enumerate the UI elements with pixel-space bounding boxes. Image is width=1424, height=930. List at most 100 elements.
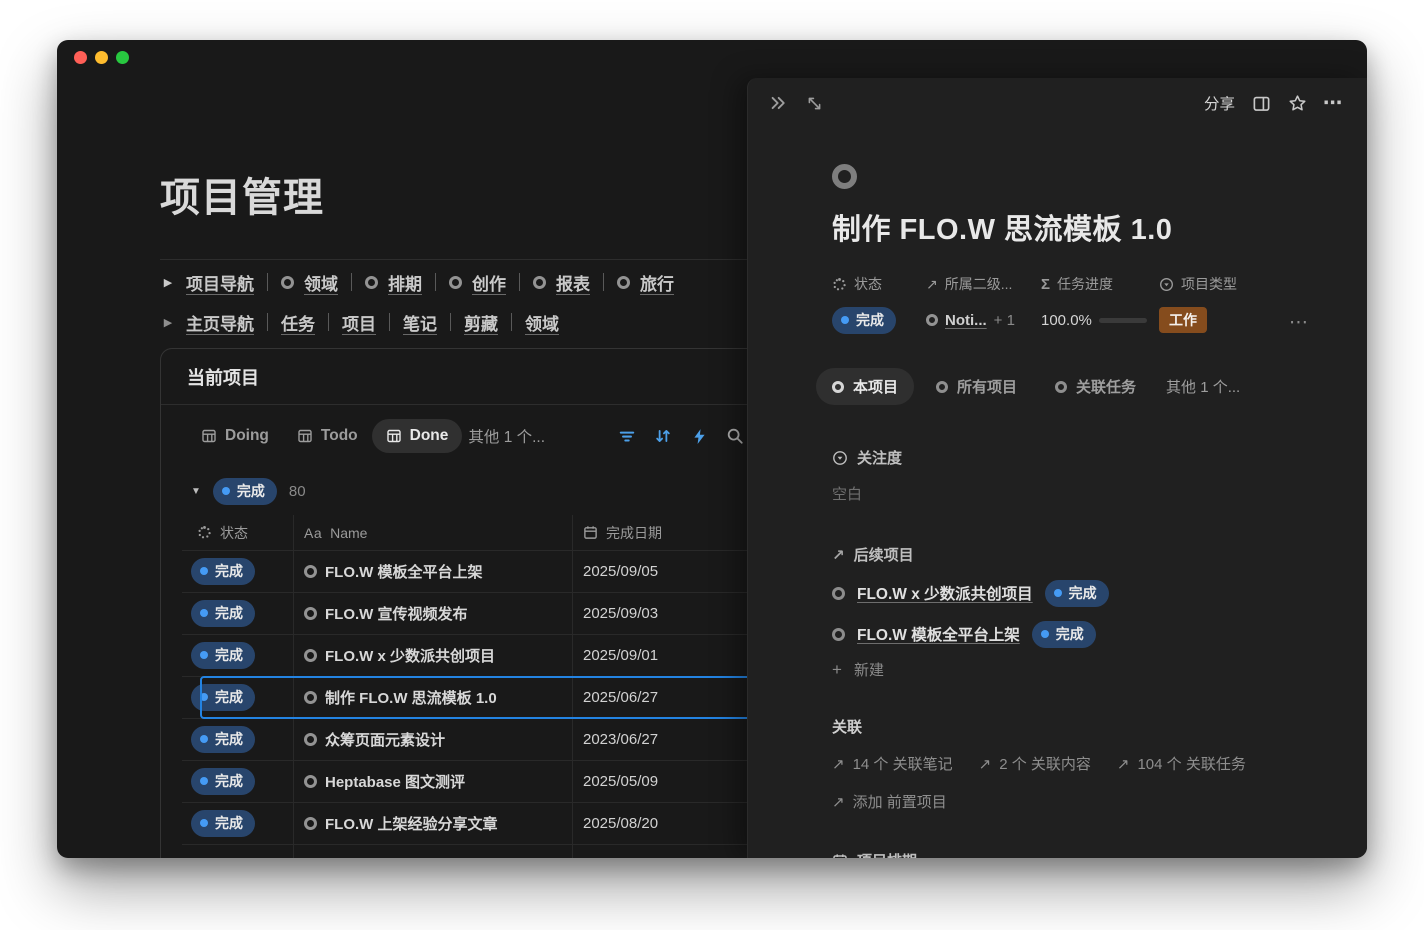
group-count: 80 (289, 483, 306, 500)
done-date: 2023/06/27 (583, 731, 658, 748)
select-property-icon (1159, 277, 1174, 292)
section-attention: 关注度 空白 (832, 447, 1327, 504)
nav-link-create[interactable]: 创作 (472, 270, 506, 295)
relations-heading: 关联 (832, 716, 1327, 737)
nav-link-notes[interactable]: 笔记 (403, 310, 437, 335)
followup-item-link[interactable]: FLO.W 模板全平台上架 (857, 623, 1020, 645)
tab-all-projects[interactable]: 所有项目 (920, 368, 1033, 405)
table-view-icon (297, 428, 313, 444)
nav-link-project-nav[interactable]: 项目导航 (186, 270, 254, 295)
property-status-value[interactable]: 完成 (832, 307, 926, 334)
view-tab-todo[interactable]: Todo (283, 419, 372, 453)
status-label: 完成 (215, 561, 243, 581)
status-dot-icon (222, 487, 230, 495)
window-controls (74, 51, 129, 64)
followup-label[interactable]: ↗ 后续项目 (832, 544, 1327, 565)
status-property-icon (197, 525, 212, 540)
page-ring-icon (926, 314, 938, 326)
page-ring-icon (533, 276, 546, 289)
nav-link-projects[interactable]: 项目 (342, 310, 376, 335)
followup-item-link[interactable]: FLO.W x 少数派共创项目 (857, 582, 1033, 604)
section-followup: ↗ 后续项目 FLO.W x 少数派共创项目 完成 FLO.W 模板全平台上架 … (832, 544, 1327, 680)
status-label: 完成 (215, 813, 243, 833)
nav-link-domain2[interactable]: 领域 (525, 310, 559, 335)
tab-this-project[interactable]: 本项目 (816, 368, 914, 405)
nav-link-clips[interactable]: 剪藏 (464, 310, 498, 335)
toggle-expanded-icon[interactable]: ▼ (191, 486, 201, 497)
tab-related-tasks[interactable]: 关联任务 (1039, 368, 1152, 405)
separator (511, 313, 512, 331)
tab-more[interactable]: 其他 1 个... (1158, 368, 1256, 405)
add-predecessor-button[interactable]: ↗ 添加 前置项目 (832, 791, 1327, 812)
more-options-icon[interactable]: ⋯ (1323, 94, 1343, 113)
property-type-label[interactable]: 项目类型 (1159, 274, 1269, 294)
separator (450, 313, 451, 331)
nav-link-tasks[interactable]: 任务 (281, 310, 315, 335)
status-label: 完成 (1056, 624, 1084, 644)
more-properties-icon[interactable]: ⋯ (1289, 313, 1309, 332)
calendar-icon (583, 525, 598, 540)
followup-item[interactable]: FLO.W 模板全平台上架 完成 (832, 621, 1327, 647)
view-tab-doing[interactable]: Doing (187, 419, 283, 453)
filter-icon[interactable] (616, 425, 638, 447)
share-button[interactable]: 分享 (1204, 92, 1235, 114)
property-type-value[interactable]: 工作 (1159, 307, 1269, 333)
nav-link-home-nav[interactable]: 主页导航 (186, 310, 254, 335)
close-peek-icon[interactable] (768, 93, 788, 113)
property-parent-value[interactable]: Noti... + 1 (926, 307, 1041, 333)
tab-label: 关联任务 (1076, 376, 1136, 397)
property-parent-label[interactable]: ↗ 所属二级... (926, 274, 1041, 294)
status-dot-icon (200, 651, 208, 659)
property-label-text: 状态 (854, 274, 882, 294)
property-progress-label[interactable]: Σ 任务进度 (1041, 274, 1159, 294)
related-content-link[interactable]: ↗ 2 个 关联内容 (979, 753, 1091, 774)
relation-link[interactable]: Noti... (945, 312, 987, 329)
property-status-label[interactable]: 状态 (832, 274, 926, 294)
page-ring-icon[interactable] (832, 164, 857, 189)
related-notes-link[interactable]: ↗ 14 个 关联笔记 (832, 753, 953, 774)
nav-link-schedule[interactable]: 排期 (388, 270, 422, 295)
close-window-button[interactable] (74, 51, 87, 64)
toggle-collapsed-icon[interactable]: ▶ (160, 316, 176, 329)
arrow-up-right-icon: ↗ (832, 755, 845, 773)
automation-bolt-icon[interactable] (688, 425, 710, 447)
schedule-label[interactable]: 项目排期 (832, 850, 1327, 858)
project-ring-icon (304, 607, 317, 620)
group-status-badge[interactable]: 完成 (213, 478, 277, 505)
project-name: FLO.W 上架经验分享文章 (325, 813, 498, 834)
nav-link-report[interactable]: 报表 (556, 270, 590, 295)
peek-page-title[interactable]: 制作 FLO.W 思流模板 1.0 (832, 206, 1327, 248)
search-icon[interactable] (724, 425, 746, 447)
status-label: 完成 (215, 687, 243, 707)
page-peek-panel: 分享 ⋯ 制作 FLO.W 思流模板 1.0 状态 完成 (747, 78, 1367, 858)
arrow-up-right-icon: ↗ (926, 276, 938, 293)
toggle-collapsed-icon[interactable]: ▶ (160, 276, 176, 289)
related-tasks-link[interactable]: ↗ 104 个 关联任务 (1117, 753, 1246, 774)
view-tab-done[interactable]: Done (372, 419, 463, 453)
view-tab-more[interactable]: 其他 1 个... (462, 417, 559, 455)
status-badge: 完成 (191, 558, 255, 585)
fullscreen-window-button[interactable] (116, 51, 129, 64)
property-progress: Σ 任务进度 100.0% (1041, 274, 1159, 334)
column-header-name[interactable]: Aa Name (294, 515, 573, 550)
page-ring-icon (936, 381, 948, 393)
done-date: 2025/06/27 (583, 689, 658, 706)
status-label: 完成 (215, 771, 243, 791)
attention-empty-value[interactable]: 空白 (832, 483, 1327, 504)
favorite-star-icon[interactable] (1287, 93, 1307, 113)
done-date: 2025/09/05 (583, 563, 658, 580)
side-peek-icon[interactable] (1251, 93, 1271, 113)
property-progress-value[interactable]: 100.0% (1041, 307, 1159, 333)
column-header-status[interactable]: 状态 (182, 515, 294, 550)
attention-label[interactable]: 关注度 (832, 447, 1327, 468)
nav-link-travel[interactable]: 旅行 (640, 270, 674, 295)
followup-item[interactable]: FLO.W x 少数派共创项目 完成 (832, 580, 1327, 606)
minimize-window-button[interactable] (95, 51, 108, 64)
new-item-button[interactable]: + 新建 (832, 659, 1327, 680)
nav-link-domain[interactable]: 领域 (304, 270, 338, 295)
done-date: 2025/09/03 (583, 605, 658, 622)
property-type: 项目类型 工作 (1159, 274, 1269, 334)
separator (603, 273, 604, 291)
expand-full-page-icon[interactable] (804, 93, 824, 113)
sort-icon[interactable] (652, 425, 674, 447)
